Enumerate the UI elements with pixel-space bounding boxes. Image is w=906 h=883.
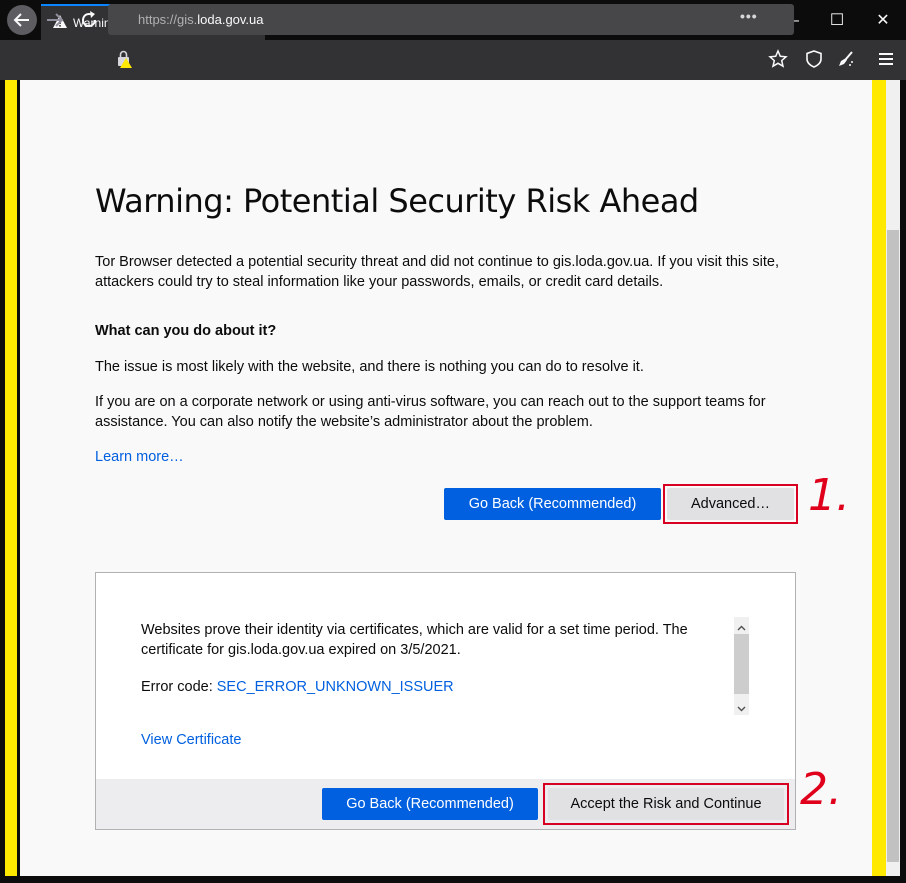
issue-text: The issue is most likely with the websit…: [95, 359, 644, 375]
go-back-button[interactable]: Go Back (Recommended): [444, 488, 661, 520]
warning-border-left: [5, 80, 17, 883]
bookmark-star-icon[interactable]: [768, 49, 788, 74]
page-actions-button[interactable]: •••: [740, 8, 758, 24]
error-code-line: Error code: SEC_ERROR_UNKNOWN_ISSUER: [141, 677, 726, 697]
maximize-button[interactable]: ☐: [822, 10, 852, 32]
details-scrollbar-thumb[interactable]: [734, 634, 749, 694]
reload-button[interactable]: [78, 8, 100, 32]
step-1-annotation: 1.: [808, 470, 850, 521]
corporate-text: If you are on a corporate network or usi…: [95, 394, 766, 430]
insecure-lock-icon[interactable]: [116, 50, 132, 73]
what-heading: What can you do about it?: [95, 323, 277, 339]
page-scrollbar-thumb[interactable]: [887, 230, 899, 862]
intro-text: Tor Browser detected a potential securit…: [95, 254, 780, 290]
window-bottom-edge: [0, 876, 906, 883]
hamburger-menu-icon[interactable]: [878, 51, 894, 72]
url-text[interactable]: https://gis.loda.gov.ua: [138, 12, 264, 27]
close-window-button[interactable]: ✕: [868, 10, 898, 32]
window-right-edge: [900, 80, 906, 883]
new-identity-broom-icon[interactable]: [836, 49, 856, 74]
highlight-box-advanced: [663, 484, 798, 524]
highlight-box-accept: [543, 783, 789, 825]
back-arrow-icon: [13, 13, 29, 27]
reload-icon: [82, 11, 96, 27]
scroll-down-icon[interactable]: [737, 700, 746, 718]
shield-icon[interactable]: [804, 49, 824, 74]
view-certificate-link[interactable]: View Certificate: [141, 730, 241, 750]
step-2-annotation: 2.: [800, 764, 842, 815]
error-code-link[interactable]: SEC_ERROR_UNKNOWN_ISSUER: [217, 679, 454, 695]
forward-arrow-icon: [47, 13, 64, 27]
forward-button[interactable]: [44, 8, 66, 32]
warning-border-right: [872, 80, 886, 883]
scroll-up-icon[interactable]: [737, 620, 746, 638]
certificate-explanation: Websites prove their identity via certif…: [141, 622, 688, 658]
page-title: Warning: Potential Security Risk Ahead: [95, 182, 699, 220]
learn-more-link[interactable]: Learn more…: [95, 447, 184, 467]
error-code-label: Error code:: [141, 679, 217, 695]
back-button[interactable]: [7, 5, 37, 35]
go-back-button-secondary[interactable]: Go Back (Recommended): [322, 788, 538, 820]
